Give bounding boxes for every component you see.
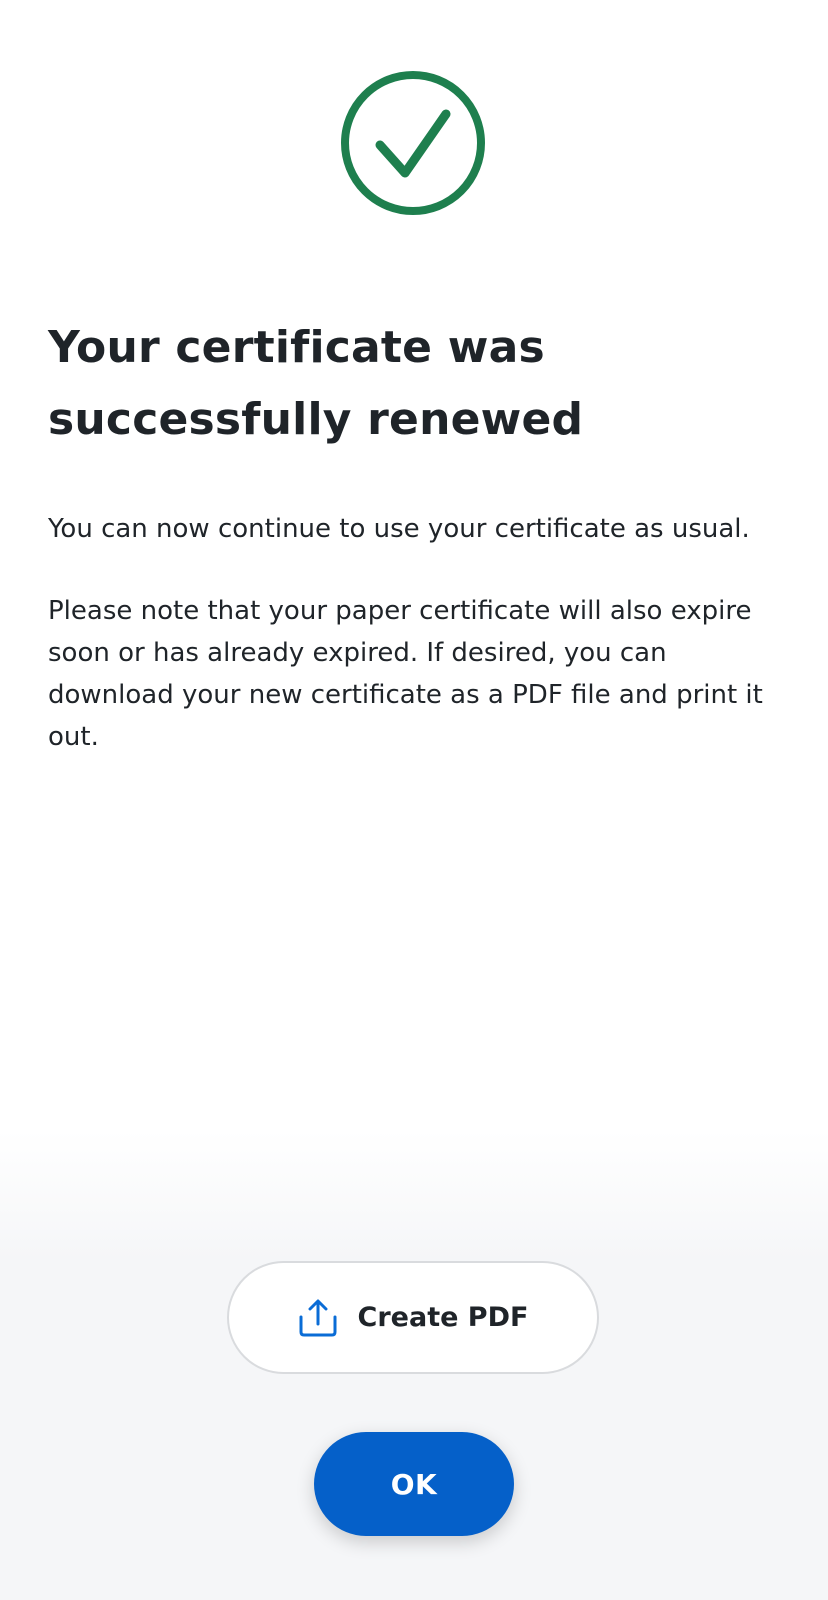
create-pdf-button[interactable]: Create PDF [227,1261,599,1374]
message-content: Your certificate was successfully renewe… [48,312,780,758]
renewal-success-screen: Your certificate was successfully renewe… [0,0,828,1600]
paper-certificate-note: Please note that your paper certificate … [48,596,763,752]
create-pdf-label: Create PDF [357,1302,529,1333]
ok-button[interactable]: OK [314,1432,514,1536]
check-circle-icon [341,71,485,215]
info-paragraph: You can now continue to use your certifi… [48,514,750,544]
page-title: Your certificate was successfully renewe… [48,322,584,445]
share-upload-icon [299,1299,337,1336]
ok-label: OK [390,1467,438,1501]
